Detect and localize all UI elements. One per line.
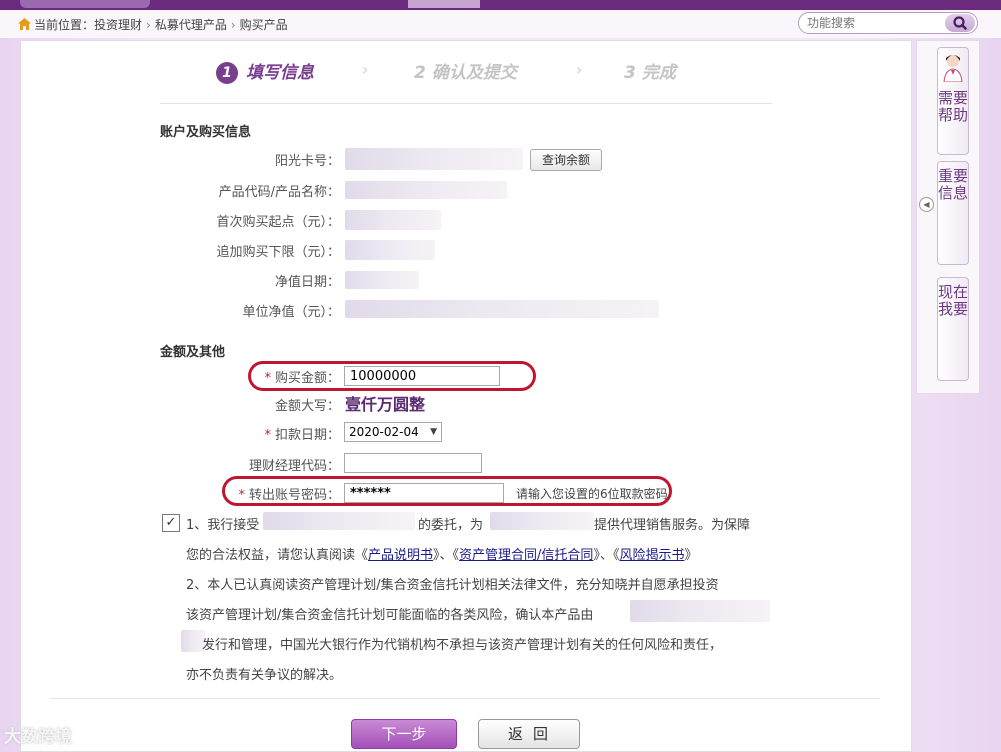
password-input[interactable]: [344, 483, 504, 503]
agreement-text-part: 》: [684, 548, 698, 563]
additional-purchase-min-value-masked: [345, 240, 435, 260]
nav-date-value-masked: [345, 271, 419, 289]
agreement-text-part: 您的合法权益，请您认真阅读《: [186, 548, 369, 563]
breadcrumb: 当前位置：投资理财 › 私募代理产品 › 购买产品: [18, 16, 288, 33]
risk-disclosure-link[interactable]: 风险揭示书: [619, 548, 684, 563]
search-input[interactable]: [807, 15, 943, 31]
first-purchase-min-value-masked: [345, 210, 441, 230]
back-button[interactable]: 返回: [478, 719, 580, 749]
card-label: 阳光卡号：: [274, 154, 340, 169]
required-marker: *: [264, 428, 271, 443]
want-now-tab-label: 现在我要: [938, 283, 969, 318]
agreement-text: 2、本人已认真阅读资产管理计划/集合资金信托计划相关法律文件，充分知晓并自愿承担…: [186, 578, 719, 593]
next-step-button[interactable]: 下一步: [351, 719, 457, 749]
agreement-text-part: 的委托，为: [418, 518, 484, 533]
step-label: 填写信息: [246, 63, 314, 83]
password-label: * 转出账号密码：: [225, 484, 340, 503]
masked-text: [630, 600, 770, 622]
agreement-text-part: 》、《: [593, 548, 620, 563]
divider: [160, 103, 772, 104]
section-title: 金额及其他: [160, 345, 226, 360]
breadcrumb-separator: ›: [146, 18, 151, 32]
amount-in-words-value: 壹仟万圆整: [345, 395, 426, 414]
purchase-amount-label-text: 购买金额：: [274, 371, 340, 386]
step-number: 3: [624, 63, 636, 83]
breadcrumb-prefix: 当前位置：: [34, 18, 95, 32]
home-icon: [18, 18, 31, 30]
debit-date-label: * 扣款日期：: [250, 424, 340, 443]
agreement-text: 亦不负责有关争议的解决。: [186, 668, 343, 683]
manager-code-input[interactable]: [344, 453, 482, 473]
manager-code-label: 理财经理代码：: [248, 459, 340, 474]
top-nav-tab-active[interactable]: [408, 0, 480, 8]
unit-nav-value-masked: [345, 300, 659, 318]
divider: [50, 698, 880, 699]
password-label-text: 转出账号密码：: [248, 488, 340, 503]
product-value-masked: [345, 181, 507, 199]
step-2: 2 确认及提交: [414, 58, 517, 83]
masked-text: [490, 512, 594, 530]
agreement-checkbox[interactable]: ✓: [162, 514, 180, 532]
important-info-tab[interactable]: 重要信息: [937, 161, 969, 265]
help-tab[interactable]: 需要帮助: [937, 47, 969, 155]
service-avatar-icon: [943, 55, 963, 83]
search-icon: [953, 16, 967, 30]
breadcrumb-item-current: 购买产品: [239, 18, 288, 32]
agreement-text-part: 提供代理销售服务。为保障: [594, 518, 751, 533]
step-1: 1 填写信息: [216, 58, 314, 84]
query-balance-button[interactable]: 查询余额: [530, 149, 602, 171]
required-marker: *: [264, 371, 271, 386]
debit-date-label-text: 扣款日期：: [274, 428, 340, 443]
purchase-amount-label: * 购买金额：: [250, 367, 340, 386]
amount-in-words-label: 金额大写：: [274, 399, 340, 414]
masked-text: [263, 512, 415, 530]
step-label: 完成: [641, 63, 676, 83]
unit-nav-label: 单位净值（元）：: [242, 305, 340, 320]
function-search: [798, 12, 978, 34]
breadcrumb-item[interactable]: 投资理财: [94, 18, 142, 32]
chevron-right-icon: ›: [362, 60, 369, 79]
product-manual-link[interactable]: 产品说明书: [368, 548, 433, 563]
agreement-text: 您的合法权益，请您认真阅读《产品说明书》、《资产管理合同/信托合同》、《风险揭示…: [186, 544, 697, 563]
debit-date-value: 2020-02-04: [349, 425, 419, 439]
breadcrumb-item[interactable]: 私募代理产品: [155, 18, 227, 32]
asset-contract-link[interactable]: 资产管理合同/信托合同: [459, 548, 593, 563]
want-now-tab[interactable]: 现在我要: [937, 277, 969, 381]
agreement-text-part: 》、《: [433, 548, 460, 563]
chevron-right-icon: ›: [576, 60, 583, 79]
agreement-text-part: 1、我行接受: [186, 518, 260, 533]
product-label: 产品代码/产品名称：: [218, 185, 340, 200]
top-nav-bar: [0, 0, 1001, 10]
required-marker: *: [238, 488, 245, 503]
important-info-tab-label: 重要信息: [938, 167, 969, 202]
agreement-text: 该资产管理计划/集合资金信托计划可能面临的各类风险，确认本产品由: [186, 608, 594, 623]
first-purchase-min-label: 首次购买起点（元）：: [216, 215, 340, 230]
purchase-amount-input[interactable]: [344, 366, 500, 386]
card-value-masked: [345, 148, 523, 170]
breadcrumb-separator: ›: [230, 18, 236, 32]
help-tab-label: 需要帮助: [938, 89, 969, 124]
agreement-text: 发行和管理，中国光大银行作为代销机构不承担与该资产管理计划有关的任何风险和责任，: [202, 638, 723, 653]
search-button[interactable]: [945, 14, 975, 32]
additional-purchase-min-label: 追加购买下限（元）：: [216, 245, 340, 260]
top-nav-tab[interactable]: [20, 0, 150, 8]
step-3: 3 完成: [624, 58, 676, 83]
section-title: 账户及购买信息: [160, 125, 252, 140]
debit-date-select[interactable]: 2020-02-04 ▼: [344, 422, 442, 442]
watermark: 大数跨境: [4, 727, 72, 747]
password-hint: 请输入您设置的6位取款密码: [516, 487, 668, 501]
chevron-down-icon: ▼: [430, 427, 437, 437]
agreement-text: 1、我行接受: [186, 514, 259, 533]
step-number: 1: [216, 62, 238, 84]
nav-date-label: 净值日期：: [274, 275, 340, 290]
collapse-arrow-icon[interactable]: ◀: [919, 197, 934, 212]
side-toolbar: ◀ 需要帮助 重要信息 现在我要: [916, 40, 980, 394]
step-label: 确认及提交: [431, 63, 517, 83]
step-number: 2: [414, 63, 426, 83]
